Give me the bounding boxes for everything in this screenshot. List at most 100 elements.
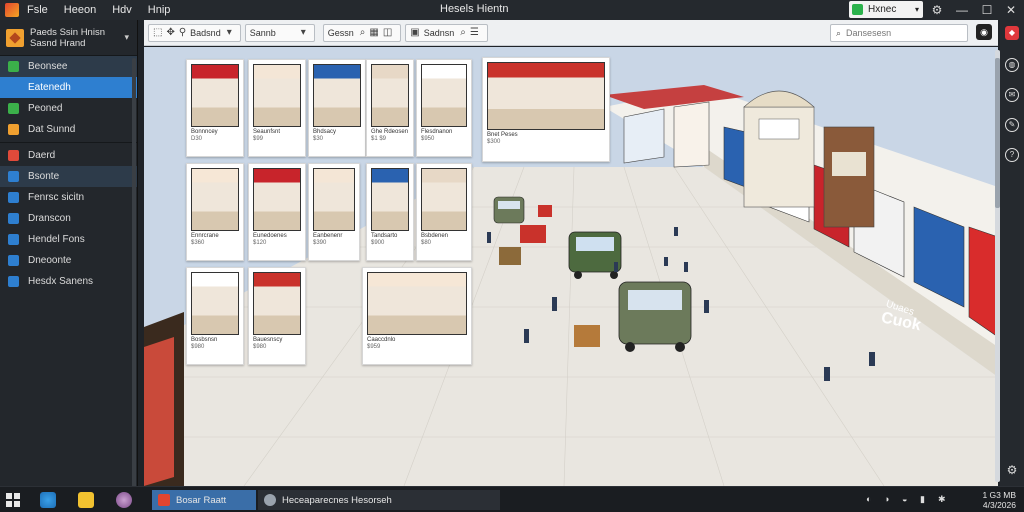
menu-file[interactable]: Fsle bbox=[27, 4, 48, 16]
account-badge-label: Hxnec bbox=[868, 4, 897, 15]
store-thumbnail-image bbox=[371, 168, 409, 232]
store-thumbnail[interactable]: Caaccdnlo $959 bbox=[362, 267, 472, 365]
select-tool-button[interactable]: ⬚ ✥ ⚲ Badsnd ▾ bbox=[148, 23, 241, 42]
find-button[interactable]: Gessn ⌕ ▦ ◫ bbox=[322, 23, 402, 42]
sidebar-item[interactable]: Daerd bbox=[0, 145, 137, 166]
folder-icon[interactable] bbox=[78, 492, 94, 508]
windows-start-icon[interactable] bbox=[6, 493, 20, 507]
sidebar-scrollbar[interactable] bbox=[132, 58, 136, 488]
store-thumbnail[interactable]: Eanbenenr $390 bbox=[308, 163, 360, 261]
vehicle-olive bbox=[618, 281, 692, 352]
store-thumbnail-title: Flesdnanon bbox=[421, 129, 453, 136]
store-thumbnail[interactable]: Eunedoenes $120 bbox=[248, 163, 306, 261]
sidebar-item[interactable]: Beonsee bbox=[0, 56, 137, 77]
share-button[interactable]: ◉ bbox=[976, 24, 992, 40]
sidebar-item-icon bbox=[8, 124, 19, 135]
sidebar-project-selector[interactable]: Paeds Ssin Hnisn Sasnd Hrand ▾ bbox=[0, 20, 137, 56]
sidebar-item-label: Daerd bbox=[28, 150, 56, 161]
sidebar-item[interactable]: Hendel Fons bbox=[0, 229, 137, 250]
store-thumbnail[interactable]: Bosbsnsn $980 bbox=[186, 267, 244, 365]
store-thumbnail-image bbox=[313, 64, 361, 128]
sidebar-item[interactable]: Fenrsc sicitn bbox=[0, 187, 137, 208]
sidebar-item-label: Bsonte bbox=[28, 171, 60, 182]
sidebar-item[interactable]: Bsonte bbox=[0, 166, 137, 187]
tray-bluetooth-icon[interactable]: ✱ bbox=[938, 494, 948, 504]
menu-home[interactable]: Heeon bbox=[64, 4, 96, 16]
search-input[interactable]: ⌕ Dansesesn bbox=[830, 24, 968, 42]
store-thumbnail[interactable]: Ghe Rdeosen $1 $9 bbox=[366, 59, 414, 157]
find-button-label: Gessn bbox=[327, 27, 354, 38]
store-thumbnail-title: Bsbdenen bbox=[421, 233, 449, 240]
settings-icon[interactable]: ⚙ bbox=[1005, 464, 1019, 478]
filter-dropdown[interactable]: Sannb ▾ bbox=[244, 23, 315, 42]
store-thumbnail[interactable]: Ennrcrane $360 bbox=[186, 163, 244, 261]
tray-shield-icon[interactable]: ◒ bbox=[902, 494, 912, 504]
viewport-3d[interactable]: Cuok Uuaes Bonnncey D30 Seaunfsnt $99 Bh… bbox=[144, 47, 998, 486]
menu-help[interactable]: Hnip bbox=[148, 4, 171, 16]
menu-view[interactable]: Hdv bbox=[112, 4, 132, 16]
store-thumbnail[interactable]: Bhdsacy $30 bbox=[308, 59, 366, 157]
store-thumbnail-price: $80 bbox=[421, 240, 432, 247]
store-thumbnail-price: $959 bbox=[367, 344, 381, 351]
globe-icon[interactable]: ◍ bbox=[1005, 58, 1019, 72]
store-thumbnail[interactable]: Bauesnscy $980 bbox=[248, 267, 306, 365]
sidebar-item-label: Dranscon bbox=[28, 213, 71, 224]
sort-button-label: Sadnsn bbox=[423, 27, 455, 38]
sidebar-item[interactable]: Dat Sunnd bbox=[0, 119, 137, 140]
sidebar-item[interactable]: Hesdx Sanens bbox=[0, 271, 137, 292]
store-thumbnail-image bbox=[191, 168, 239, 232]
search-icon: ⌕ bbox=[460, 27, 466, 38]
media-icon[interactable] bbox=[116, 492, 132, 508]
store-thumbnail-price: $360 bbox=[191, 240, 205, 247]
message-icon[interactable]: ✉ bbox=[1005, 88, 1019, 102]
store-thumbnail[interactable]: Seaunfsnt $99 bbox=[248, 59, 306, 157]
store-thumbnail[interactable]: Tandsarto $900 bbox=[366, 163, 414, 261]
store-thumbnail-title: Bnet Peses bbox=[487, 132, 518, 139]
taskbar-clock[interactable]: 1 G3 MB 4/3/2026 bbox=[982, 490, 1016, 510]
layers-icon: ◫ bbox=[382, 27, 393, 38]
minimize-icon[interactable]: — bbox=[955, 3, 969, 17]
store-thumbnail[interactable]: Bsbdenen $80 bbox=[416, 163, 472, 261]
sidebar-item[interactable]: Peoned bbox=[0, 98, 137, 119]
tray-network-icon[interactable]: ◑ bbox=[884, 494, 894, 504]
taskbar-app[interactable]: Heceaparecnes Hesorseh bbox=[258, 490, 500, 510]
search-placeholder: Dansesesn bbox=[846, 28, 892, 38]
store-thumbnail-image bbox=[421, 64, 467, 128]
sidebar-item[interactable]: Eatenedh bbox=[0, 77, 137, 98]
browser-icon[interactable] bbox=[40, 492, 56, 508]
maximize-icon[interactable]: ☐ bbox=[980, 3, 994, 17]
store-thumbnail[interactable]: Bonnncey D30 bbox=[186, 59, 244, 157]
store-thumbnail-image bbox=[191, 64, 239, 128]
sidebar-list: Beonsee Eatenedh Peoned Dat Sunnd Daerd Bsont… bbox=[0, 56, 137, 292]
view-icon: ▣ bbox=[410, 27, 420, 38]
store-thumbnail[interactable]: Bnet Peses $300 bbox=[482, 57, 610, 162]
filter-dropdown-label: Sannb bbox=[249, 27, 276, 38]
store-thumbnail-title: Seaunfsnt bbox=[253, 129, 281, 136]
sidebar-item-icon bbox=[8, 192, 19, 203]
title-bar: Fsle Heeon Hdv Hnip Hesels Hientn Hxnec … bbox=[0, 0, 1024, 20]
sidebar-item-icon bbox=[8, 276, 19, 287]
sidebar-item[interactable]: Dranscon bbox=[0, 208, 137, 229]
toolbar: ⬚ ✥ ⚲ Badsnd ▾ Sannb ▾ Gessn ⌕ ▦ ◫ ▣ Sadnsn ⌕ ☰ ⌕ Da… bbox=[144, 20, 998, 46]
tray-battery-icon[interactable]: ▮ bbox=[920, 494, 930, 504]
taskbar-app-active[interactable]: Bosar Raatt bbox=[152, 490, 256, 510]
chat-icon[interactable]: ✎ bbox=[1005, 118, 1019, 132]
store-thumbnail[interactable]: Flesdnanon $950 bbox=[416, 59, 472, 157]
help-icon[interactable]: ? bbox=[1005, 148, 1019, 162]
settings-icon[interactable]: ⚙ bbox=[930, 3, 944, 17]
sort-button[interactable]: ▣ Sadnsn ⌕ ☰ bbox=[405, 23, 488, 42]
store-thumbnail-title: Bauesnscy bbox=[253, 337, 283, 344]
store-thumbnail-price: $1 $9 bbox=[371, 136, 387, 143]
status-dot-icon bbox=[852, 4, 863, 15]
store-thumbnail-price: D30 bbox=[191, 136, 203, 143]
sidebar-item[interactable]: Dneoonte bbox=[0, 250, 137, 271]
store-thumbnail-image bbox=[191, 272, 239, 336]
badge-icon[interactable]: ◆ bbox=[1005, 26, 1019, 40]
close-icon[interactable]: ✕ bbox=[1004, 3, 1018, 17]
store-thumbnail-price: $980 bbox=[253, 344, 267, 351]
tray-volume-icon[interactable]: ◐ bbox=[866, 494, 876, 504]
store-thumbnail-image bbox=[253, 272, 301, 336]
grid-icon: ▦ bbox=[369, 27, 379, 38]
account-badge[interactable]: Hxnec ▾ bbox=[849, 1, 923, 18]
kiosk bbox=[520, 225, 546, 243]
